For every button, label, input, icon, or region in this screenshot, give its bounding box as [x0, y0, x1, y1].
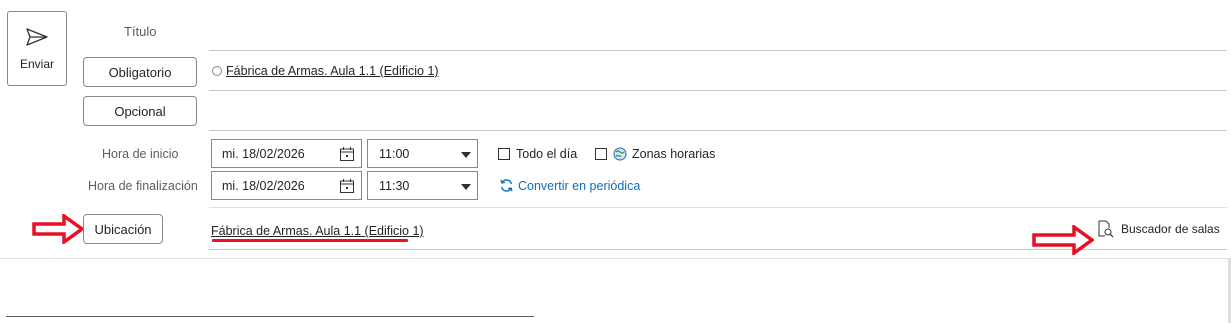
time-zones-checkbox[interactable] — [595, 148, 607, 160]
send-icon — [26, 27, 48, 46]
start-time-label: Hora de inicio — [102, 147, 179, 161]
required-attendee[interactable]: Fábrica de Armas. Aula 1.1 (Edificio 1) — [226, 64, 439, 78]
start-date-value: mi. 18/02/2026 — [222, 146, 305, 161]
globe-icon — [613, 147, 627, 161]
signature-line — [6, 316, 534, 317]
optional-attendees-button[interactable]: Opcional — [83, 96, 197, 126]
optional-underline — [209, 130, 1227, 131]
send-label: Enviar — [19, 56, 54, 71]
recurring-icon — [500, 179, 513, 192]
room-finder-button[interactable]: Buscador de salas — [1121, 222, 1220, 236]
time-zones-label: Zonas horarias — [632, 147, 716, 161]
location-button[interactable]: Ubicación — [83, 214, 163, 244]
end-time-label: Hora de finalización — [88, 179, 198, 193]
required-underline — [209, 90, 1227, 91]
make-recurring-link[interactable]: Convertir en periódica — [518, 179, 640, 193]
send-button[interactable]: Enviar — [7, 11, 67, 86]
all-day-checkbox[interactable] — [498, 148, 510, 160]
end-date-field[interactable]: mi. 18/02/2026 — [211, 171, 362, 200]
red-underline-annotation — [212, 239, 408, 242]
start-time-field[interactable]: 11:00 — [367, 139, 478, 168]
required-attendees-button[interactable]: Obligatorio — [83, 57, 197, 87]
title-placeholder[interactable]: Título — [124, 24, 157, 39]
calendar-icon — [340, 179, 354, 193]
location-label: Ubicación — [94, 221, 152, 237]
chevron-down-icon — [461, 152, 471, 158]
optional-label: Opcional — [114, 103, 166, 119]
required-label: Obligatorio — [108, 64, 172, 80]
room-finder-icon[interactable] — [1098, 220, 1114, 238]
end-time-value: 11:30 — [379, 178, 410, 193]
start-time-value: 11:00 — [379, 146, 410, 161]
calendar-icon — [340, 147, 354, 161]
red-arrow-right — [1032, 225, 1094, 255]
end-date-value: mi. 18/02/2026 — [222, 178, 305, 193]
location-value[interactable]: Fábrica de Armas. Aula 1.1 (Edificio 1) — [211, 224, 424, 238]
title-underline — [209, 50, 1227, 51]
chevron-down-icon — [461, 184, 471, 190]
body-editor[interactable] — [0, 259, 1231, 323]
start-date-field[interactable]: mi. 18/02/2026 — [211, 139, 362, 168]
end-time-field[interactable]: 11:30 — [367, 171, 478, 200]
red-arrow-left — [32, 214, 84, 244]
attendee-status-icon — [212, 66, 222, 76]
all-day-label: Todo el día — [516, 147, 578, 161]
schedule-divider — [209, 207, 1227, 208]
